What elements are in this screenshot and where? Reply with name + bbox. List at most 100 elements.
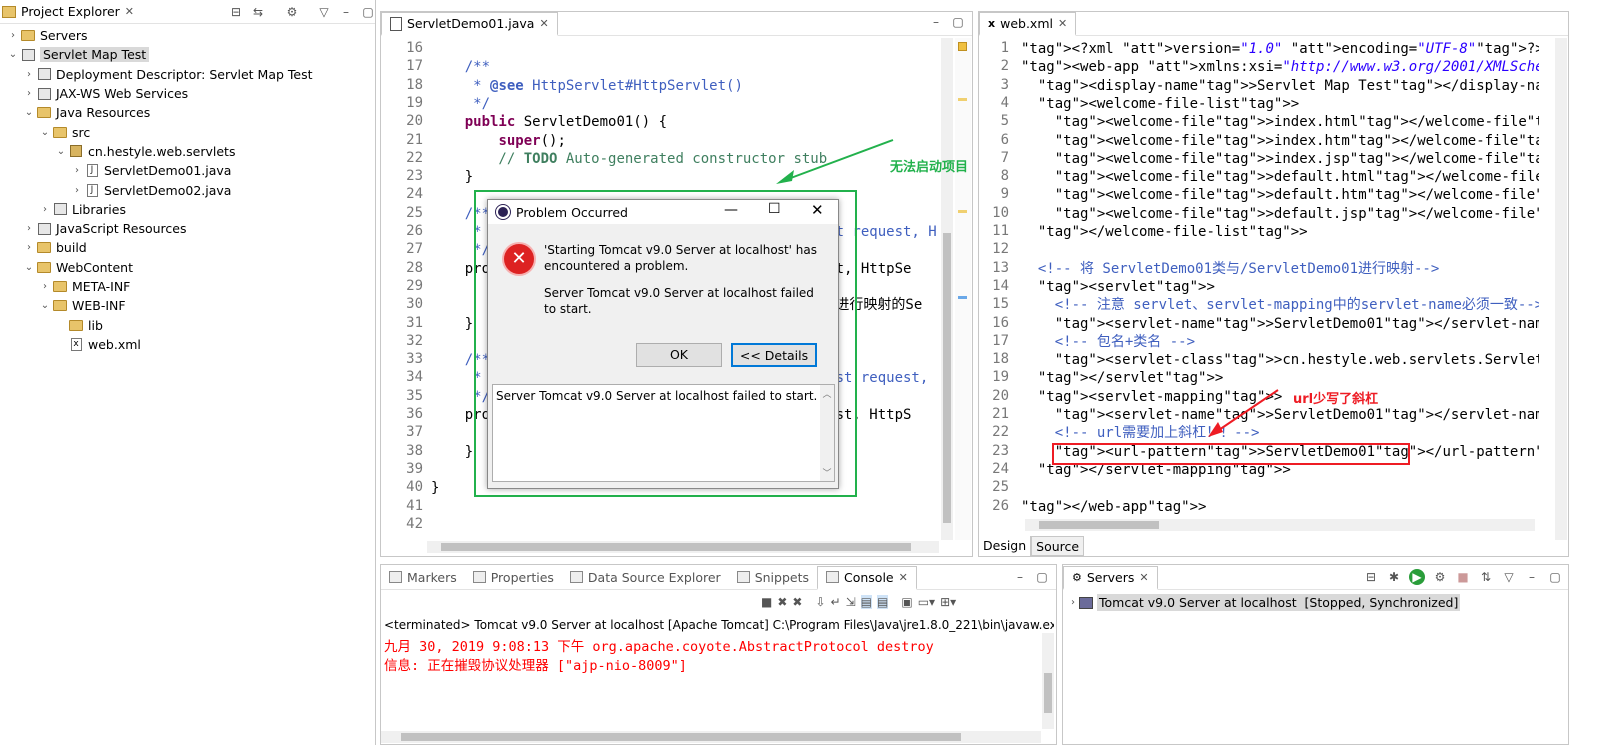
- tab-servletdemo01[interactable]: ServletDemo01.java ✕: [381, 12, 558, 36]
- minimize-icon[interactable]: –: [928, 14, 944, 30]
- expanded-icon[interactable]: ⌄: [54, 146, 68, 157]
- details-button[interactable]: << Details: [731, 343, 817, 367]
- tree-item[interactable]: › META-INF: [0, 277, 375, 296]
- minimize-icon[interactable]: –: [1012, 569, 1028, 585]
- close-window-icon[interactable]: ✕: [811, 201, 824, 219]
- start-server-icon[interactable]: ▶: [1409, 569, 1425, 585]
- tree-item[interactable]: › Servers: [0, 26, 375, 45]
- error-icon: ✕: [504, 244, 534, 274]
- collapsed-icon[interactable]: ›: [22, 242, 36, 253]
- stop-icon[interactable]: ■: [761, 595, 772, 609]
- open-console-icon[interactable]: ▣: [901, 595, 912, 609]
- code-line: <!-- 包名+类名 -->: [1054, 333, 1196, 350]
- expanded-icon[interactable]: ⌄: [38, 127, 52, 138]
- expand-icon[interactable]: ›: [1071, 597, 1075, 608]
- ok-button[interactable]: OK: [636, 343, 722, 367]
- tree-item[interactable]: ⌄ cn.hestyle.web.servlets: [0, 142, 375, 161]
- maximize-icon[interactable]: ▢: [360, 4, 376, 20]
- publish-icon[interactable]: ⇅: [1478, 569, 1494, 585]
- new-console-icon[interactable]: ⊞▾: [940, 595, 956, 609]
- view-menu-icon[interactable]: ▽: [316, 4, 332, 20]
- tab-markers[interactable]: Markers: [381, 565, 465, 589]
- tree-item[interactable]: › J ServletDemo02.java: [0, 180, 375, 199]
- minimize-icon[interactable]: –: [338, 4, 354, 20]
- show-stdout-icon[interactable]: ▤: [860, 595, 872, 609]
- details-textarea[interactable]: Server Tomcat v9.0 Server at localhost f…: [492, 384, 835, 482]
- maximize-icon[interactable]: ▢: [1034, 569, 1050, 585]
- profile-icon[interactable]: ⚙: [1432, 569, 1448, 585]
- close-icon[interactable]: ✕: [539, 17, 548, 30]
- tree-item[interactable]: ⌄ WebContent: [0, 258, 375, 277]
- tab-servers[interactable]: ⚙ Servers ✕: [1063, 565, 1158, 590]
- maximize-icon[interactable]: ▢: [950, 14, 966, 30]
- tree-item-label: Java Resources: [56, 105, 151, 121]
- tree-item[interactable]: ⌄ WEB-INF: [0, 296, 375, 315]
- close-icon[interactable]: ✕: [899, 571, 908, 584]
- collapsed-icon[interactable]: ›: [22, 69, 36, 80]
- tree-item[interactable]: › build: [0, 238, 375, 257]
- collapsed-icon[interactable]: ›: [6, 30, 20, 41]
- display-console-icon[interactable]: ▭▾: [918, 595, 935, 609]
- java-vertical-scrollbar[interactable]: [941, 38, 953, 540]
- tree-item[interactable]: › J ServletDemo01.java: [0, 161, 375, 180]
- code-line: "tag"><welcome-file"tag">>default.jsp"ta…: [1054, 205, 1539, 222]
- tree-item[interactable]: › Libraries: [0, 200, 375, 219]
- expanded-icon[interactable]: ⌄: [22, 262, 36, 273]
- collapsed-icon[interactable]: ›: [38, 281, 52, 292]
- tree-item[interactable]: ⌄ src: [0, 122, 375, 141]
- tab-source[interactable]: Source: [1031, 536, 1085, 556]
- close-icon[interactable]: ✕: [1058, 17, 1067, 30]
- stop-server-icon[interactable]: ■: [1455, 569, 1471, 585]
- tab-properties[interactable]: Properties: [465, 565, 562, 589]
- tab-design[interactable]: Design: [979, 536, 1032, 556]
- show-stderr-icon[interactable]: ▤: [877, 595, 889, 609]
- tab-data-source-explorer[interactable]: Data Source Explorer: [562, 565, 729, 589]
- console-vertical-scrollbar[interactable]: [1042, 633, 1054, 729]
- expanded-icon[interactable]: ⌄: [22, 107, 36, 118]
- xml-horizontal-scrollbar[interactable]: [1025, 519, 1535, 531]
- tab-project-explorer[interactable]: Project Explorer ✕: [0, 0, 142, 24]
- view-menu-icon[interactable]: ▽: [1501, 569, 1517, 585]
- collapse-all-icon[interactable]: ⊟: [228, 4, 244, 20]
- expanded-icon[interactable]: ⌄: [6, 49, 20, 60]
- maximize-window-icon[interactable]: ☐: [768, 201, 781, 217]
- collapsed-icon[interactable]: ›: [38, 204, 52, 215]
- tree-item[interactable]: ⌄ Servlet Map Test: [0, 45, 375, 64]
- expanded-icon[interactable]: ⌄: [38, 300, 52, 311]
- link-editor-icon[interactable]: ⇆: [250, 4, 266, 20]
- tree-item[interactable]: › JAX-WS Web Services: [0, 84, 375, 103]
- details-scrollbar[interactable]: ︿ ﹀: [820, 385, 834, 481]
- remove-launch-icon[interactable]: ✖: [777, 595, 787, 609]
- tab-snippets[interactable]: Snippets: [729, 565, 817, 589]
- tree-item[interactable]: x web.xml: [0, 335, 375, 354]
- tab-web-xml[interactable]: x web.xml ✕: [979, 12, 1077, 36]
- tree-item[interactable]: › JavaScript Resources: [0, 219, 375, 238]
- collapsed-icon[interactable]: ›: [70, 165, 84, 176]
- collapsed-icon[interactable]: ›: [22, 223, 36, 234]
- code-line: "tag"><welcome-file"tag">>index.htm"tag"…: [1054, 132, 1539, 149]
- console-horizontal-scrollbar[interactable]: [381, 731, 1041, 743]
- close-icon[interactable]: ✕: [1139, 571, 1148, 584]
- tree-item[interactable]: lib: [0, 315, 375, 334]
- minimize-icon[interactable]: –: [1524, 569, 1540, 585]
- word-wrap-icon[interactable]: ↵: [831, 595, 841, 609]
- java-horizontal-scrollbar[interactable]: [427, 541, 939, 553]
- maximize-icon[interactable]: ▢: [1547, 569, 1563, 585]
- debug-icon[interactable]: ✱: [1386, 569, 1402, 585]
- line-number: 21: [992, 406, 1009, 422]
- tab-console[interactable]: Console ✕: [817, 565, 917, 590]
- collapse-icon[interactable]: ⊟: [1363, 569, 1379, 585]
- filter-icon[interactable]: ⚙: [284, 4, 300, 20]
- collapsed-icon[interactable]: ›: [22, 88, 36, 99]
- pin-console-icon[interactable]: ⇲: [846, 595, 856, 609]
- remove-all-icon[interactable]: ✖: [792, 595, 802, 609]
- tree-item[interactable]: › Deployment Descriptor: Servlet Map Test: [0, 65, 375, 84]
- tree-item[interactable]: ⌄ Java Resources: [0, 103, 375, 122]
- xml-vertical-scrollbar[interactable]: [1555, 38, 1567, 540]
- line-number: 40: [406, 479, 423, 496]
- close-icon[interactable]: ✕: [125, 5, 134, 18]
- minimize-window-icon[interactable]: —: [724, 202, 738, 218]
- collapsed-icon[interactable]: ›: [70, 185, 84, 196]
- server-tree-item[interactable]: › Tomcat v9.0 Server at localhost [Stopp…: [1071, 594, 1461, 611]
- scroll-lock-icon[interactable]: ⇩: [815, 595, 825, 609]
